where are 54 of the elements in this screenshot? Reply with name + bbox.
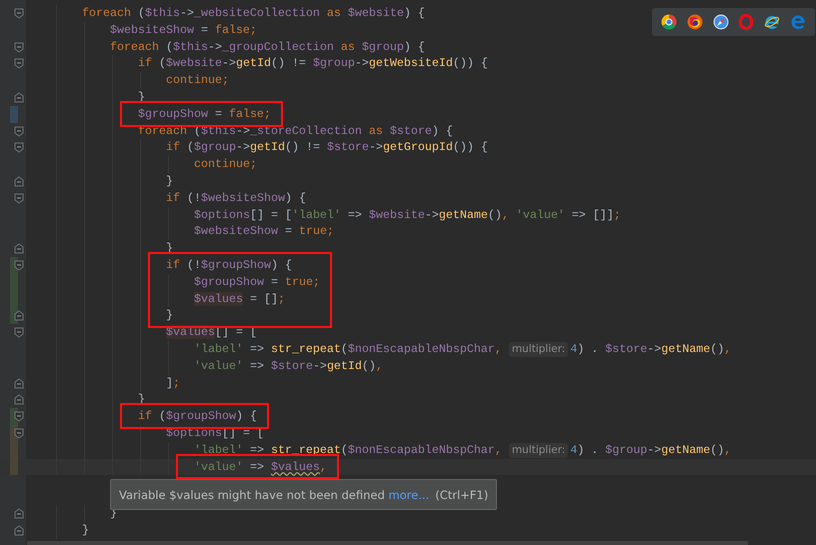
code-text: foreach ($this->_websiteCollection as $website) { [82, 5, 425, 22]
code-text: } [82, 522, 89, 539]
code-text: $values = []; [194, 290, 285, 308]
fold-icon[interactable] [14, 411, 24, 422]
shortcut-hint: (Ctrl+F1) [435, 488, 488, 502]
fold-icon[interactable] [14, 428, 24, 439]
code-text: if (!$groupShow) { [166, 256, 292, 274]
tooltip-message: Variable $values might have not been defined more... [119, 488, 430, 502]
code-text: $groupShow = true; [194, 274, 320, 291]
code-text: if ($group->getId() != $store->getGroupId()) { [166, 139, 488, 156]
chrome-icon[interactable] [660, 14, 677, 30]
code-text: if (!$websiteShow) { [166, 190, 306, 207]
fold-icon[interactable] [14, 92, 24, 103]
fold-icon[interactable] [14, 192, 24, 204]
code-text: $websiteShow = false; [110, 22, 257, 39]
fold-icon[interactable] [14, 327, 24, 338]
fold-icon[interactable] [14, 260, 24, 271]
fold-icon[interactable] [14, 394, 24, 406]
code-text: 'label' => str_repeat($nonEscapableNbspChar, [194, 442, 502, 459]
code-text: 'value' => $store->getId(), [194, 358, 383, 375]
fold-icon[interactable] [14, 525, 24, 536]
parameter-hint: multiplier: [508, 442, 568, 458]
code-text: continue; [166, 72, 229, 89]
code-text: } [166, 172, 173, 190]
edge-icon[interactable] [790, 14, 806, 30]
fold-icon[interactable] [14, 142, 24, 154]
fold-icon[interactable] [14, 8, 24, 19]
ie-icon[interactable] [764, 14, 780, 30]
opera-icon[interactable] [738, 14, 754, 30]
code-text: if ($website->getId() != $group->getWebsiteId()) { [138, 55, 488, 72]
fold-icon[interactable] [14, 378, 24, 389]
code-text: if ($groupShow) { [138, 408, 257, 425]
more-link[interactable]: more... [388, 488, 430, 502]
code-text: 4) . $group->getName(), [570, 442, 732, 459]
code-text: foreach ($this->_groupCollection as $group) { [110, 38, 425, 56]
fold-icon[interactable] [14, 243, 24, 254]
code-text: 4) . $store->getName(), [570, 340, 732, 358]
firefox-icon[interactable] [686, 14, 703, 30]
code-text: $websiteShow = true; [194, 223, 334, 240]
code-text: 'value' => $values, [194, 458, 327, 476]
code-text: 'label' => str_repeat($nonEscapableNbspChar, [194, 340, 502, 358]
fold-icon[interactable] [14, 42, 24, 53]
fold-icon[interactable] [14, 508, 24, 520]
code-text: ]; [166, 374, 180, 392]
fold-icon[interactable] [14, 176, 24, 187]
parameter-hint: multiplier: [508, 342, 568, 357]
safari-icon[interactable] [712, 14, 729, 30]
code-text: $options[] = ['label' => $website->getName(), 'value' => []]; [194, 206, 621, 224]
code-text: continue; [194, 156, 257, 173]
fold-icon[interactable] [14, 126, 24, 137]
code-text: } [166, 307, 173, 324]
fold-icon[interactable] [14, 58, 24, 70]
fold-icon[interactable] [14, 310, 24, 322]
code-text: $groupShow = false; [138, 106, 271, 123]
